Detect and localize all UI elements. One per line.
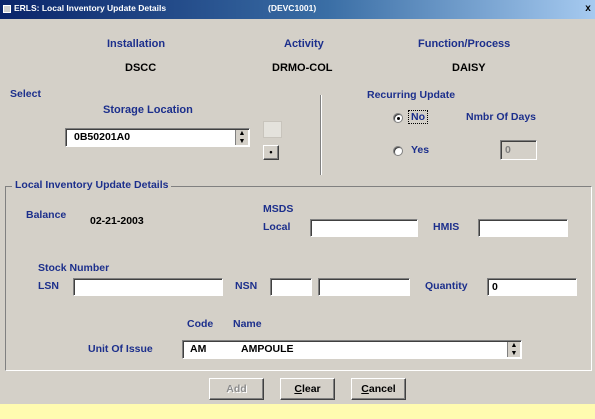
installation-label: Installation	[107, 38, 166, 50]
unit-of-issue-label: Unit Of Issue	[88, 343, 153, 355]
window-code: (DEVC1001)	[268, 3, 317, 13]
storage-location-label: Storage Location	[103, 104, 193, 116]
radio-yes-label[interactable]: Yes	[411, 144, 429, 156]
stock-number-label: Stock Number	[38, 262, 110, 274]
storage-location-value: 0B50201A0	[74, 131, 131, 143]
function-value: DAISY	[452, 62, 486, 74]
radio-yes-icon[interactable]	[393, 146, 403, 156]
quantity-field[interactable]: 0	[487, 278, 577, 296]
select-group-label: Select	[10, 88, 41, 100]
unit-name-value: AMPOULE	[241, 343, 294, 355]
lsn-label: LSN	[38, 280, 59, 292]
app-icon[interactable]	[3, 5, 11, 13]
lsn-field[interactable]	[73, 278, 223, 296]
clear-label: lear	[301, 383, 321, 395]
radio-no-icon[interactable]	[393, 113, 403, 123]
local-field[interactable]	[310, 219, 418, 237]
spin-arrows-icon[interactable]: ▲ ▼	[507, 342, 520, 357]
window-title: ERLS: Local Inventory Update Details	[14, 3, 167, 13]
nsn-field-b[interactable]	[318, 278, 410, 296]
details-group-label: Local Inventory Update Details	[12, 179, 172, 191]
hmis-field[interactable]	[478, 219, 568, 237]
hmis-label: HMIS	[433, 221, 460, 233]
unit-code-value: AM	[190, 343, 207, 355]
radio-no-label[interactable]: No	[408, 110, 428, 124]
days-label: Nmbr Of Days	[466, 111, 537, 123]
storage-location-field[interactable]: 0B50201A0 ▲ ▼	[65, 128, 250, 147]
recurring-update-label: Recurring Update	[367, 89, 456, 101]
cancel-mnemonic: C	[361, 383, 369, 395]
close-icon[interactable]: x	[582, 2, 594, 16]
name-column-label: Name	[233, 318, 262, 330]
nsn-field-a[interactable]	[270, 278, 312, 296]
vertical-divider	[320, 95, 322, 175]
cancel-button[interactable]: Cancel	[351, 378, 406, 400]
add-button[interactable]: Add	[209, 378, 264, 400]
clear-button[interactable]: Clear	[280, 378, 335, 400]
nsn-label: NSN	[235, 280, 258, 292]
clear-mnemonic: C	[294, 383, 302, 395]
cancel-label: ancel	[368, 383, 396, 395]
unit-of-issue-select[interactable]: AM AMPOULE ▲ ▼	[182, 340, 522, 359]
local-label: Local	[263, 221, 291, 233]
activity-label: Activity	[284, 38, 324, 50]
balance-value: 02-21-2003	[90, 215, 144, 227]
days-field[interactable]: 0	[500, 140, 537, 160]
quantity-label: Quantity	[425, 280, 468, 292]
storage-lookup-button[interactable]: •	[263, 145, 279, 160]
balance-label: Balance	[26, 209, 67, 221]
spin-arrows-icon[interactable]: ▲ ▼	[235, 130, 248, 145]
blank-button[interactable]	[263, 121, 282, 138]
msds-label: MSDS	[263, 203, 294, 215]
code-column-label: Code	[187, 318, 214, 330]
function-label: Function/Process	[418, 38, 511, 50]
status-bar	[0, 404, 595, 419]
installation-value: DSCC	[125, 62, 157, 74]
activity-value: DRMO-COL	[272, 62, 333, 74]
